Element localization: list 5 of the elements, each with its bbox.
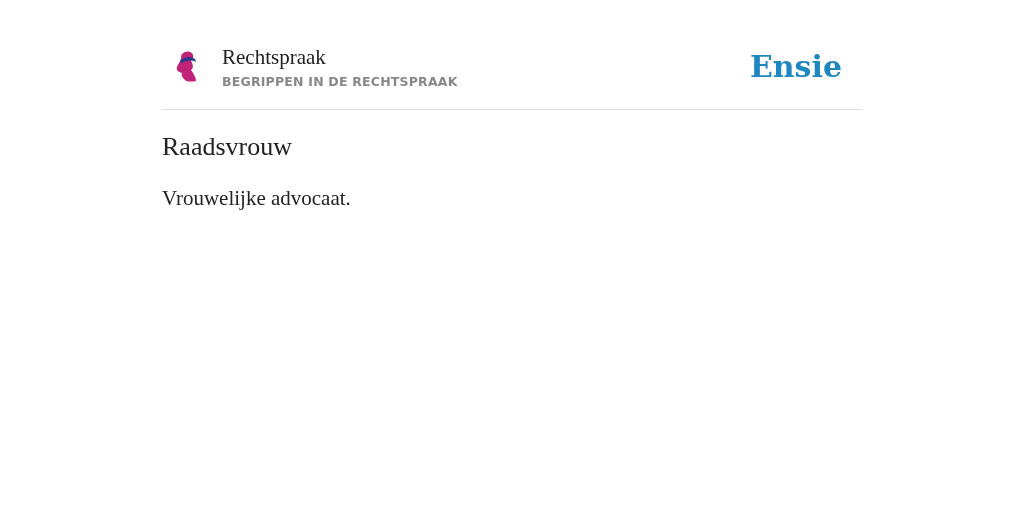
brand-link[interactable]: Ensie <box>749 49 842 84</box>
definition-text: Vrouwelijke advocaat. <box>162 186 352 211</box>
site-subtitle: BEGRIPPEN IN DE RECHTSPRAAK <box>222 74 459 89</box>
term-heading: Raadsvrouw <box>162 132 293 162</box>
site-title: Rechtspraak <box>222 44 327 70</box>
